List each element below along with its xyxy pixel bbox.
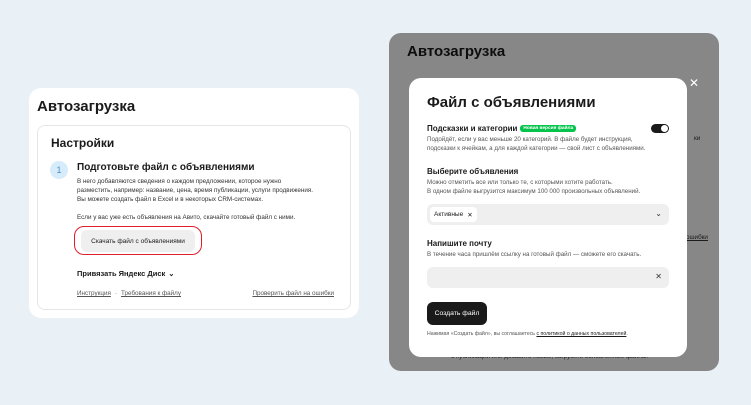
step-description: В него добавляются сведения о каждом пре… bbox=[77, 178, 314, 203]
create-file-button[interactable]: Создать файл bbox=[427, 302, 487, 325]
settings-card: Настройки 1 Подготовьте файл с объявлени… bbox=[37, 125, 351, 310]
chevron-down-icon[interactable]: ⌄ bbox=[655, 209, 662, 218]
close-icon[interactable]: ✕ bbox=[655, 272, 662, 281]
link-yandex-disk-button[interactable]: Привязать Яндекс Диск ⌄ bbox=[77, 269, 175, 278]
page-title: Автозагрузка bbox=[37, 98, 136, 115]
active-ads-chip[interactable]: Активные ✕ bbox=[430, 207, 477, 222]
ads-section-title: Выберите объявления bbox=[427, 167, 519, 176]
chevron-down-icon: ⌄ bbox=[168, 269, 175, 278]
hints-section-title: Подсказки и категории Новая версия файла bbox=[427, 124, 577, 133]
help-links: Инструкция · Требования к файлу bbox=[77, 290, 181, 297]
download-ads-button[interactable]: Скачать файл с объявлениями bbox=[81, 230, 195, 252]
modal-title: Файл с объявлениями bbox=[427, 94, 596, 111]
step-title: Подготовьте файл с объявлениями bbox=[77, 162, 255, 173]
email-field-wrapper: ✕ bbox=[427, 267, 669, 288]
autoload-card: Автозагрузка Настройки 1 Подготовьте фай… bbox=[29, 88, 359, 318]
requirements-link[interactable]: Требования к файлу bbox=[121, 290, 181, 297]
hints-toggle[interactable] bbox=[651, 124, 669, 133]
link-separator: · bbox=[114, 290, 118, 297]
email-section-title: Напишите почту bbox=[427, 239, 492, 248]
instruction-link[interactable]: Инструкция bbox=[77, 290, 111, 297]
file-modal: Файл с объявлениями Подсказки и категори… bbox=[409, 78, 687, 357]
agreement-text: Нажимая «Создать файл», вы соглашаетесь … bbox=[427, 331, 628, 337]
step-note: Если у вас уже есть объявления на Авито,… bbox=[77, 214, 296, 221]
new-version-badge: Новая версия файла bbox=[520, 125, 577, 133]
close-icon[interactable]: ✕ bbox=[689, 76, 699, 90]
settings-title: Настройки bbox=[51, 136, 115, 150]
check-file-link[interactable]: Проверить файл на ошибки bbox=[252, 290, 334, 297]
hints-description: Подойдёт, если у вас меньше 20 категорий… bbox=[427, 136, 646, 152]
ads-select[interactable]: Активные ✕ ⌄ bbox=[427, 204, 669, 225]
close-icon[interactable]: ✕ bbox=[467, 211, 472, 219]
privacy-policy-link[interactable]: с политикой о данных пользователей bbox=[536, 331, 626, 337]
email-field[interactable] bbox=[433, 271, 643, 284]
ads-description: Можно отметить все или только те, с кото… bbox=[427, 179, 641, 195]
step-number-badge: 1 bbox=[50, 161, 68, 179]
email-description: В течение часа пришлём ссылку на готовый… bbox=[427, 251, 642, 258]
